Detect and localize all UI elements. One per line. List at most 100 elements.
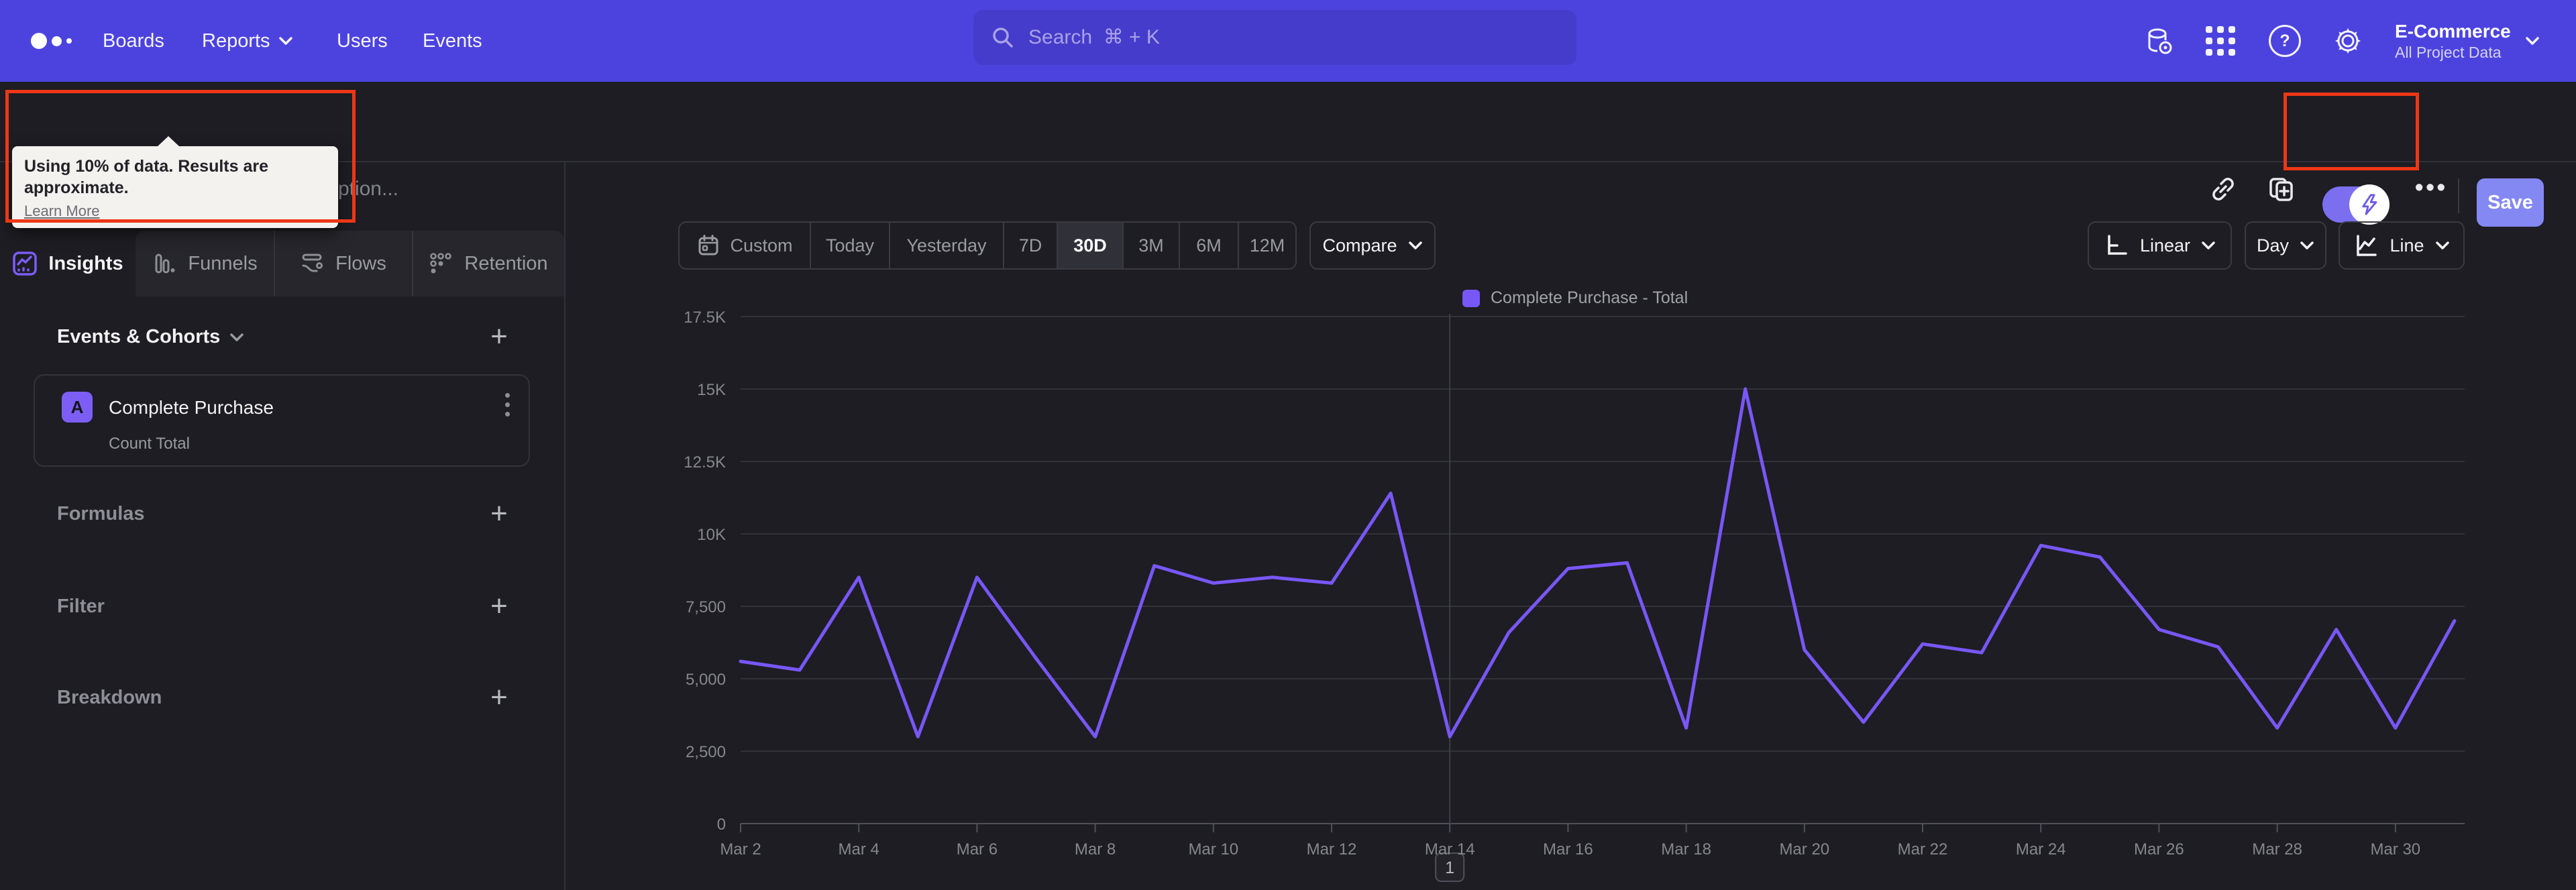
event-name: Complete Purchase: [109, 397, 274, 418]
range-yesterday[interactable]: Yesterday: [889, 223, 1003, 268]
nav-link-boards[interactable]: Boards: [103, 0, 164, 82]
range-today[interactable]: Today: [810, 223, 889, 268]
tab-label: Retention: [464, 252, 548, 274]
tooltip-text: Using 10% of data. Results are approxima…: [24, 157, 269, 197]
sampling-tooltip: Using 10% of data. Results are approxima…: [12, 136, 338, 228]
chart-type-selector[interactable]: Line: [2339, 221, 2465, 270]
range-label: 6M: [1196, 235, 1222, 256]
help-icon[interactable]: ?: [2266, 0, 2304, 82]
interval-selector[interactable]: Day: [2245, 221, 2326, 270]
compare-label: Compare: [1322, 235, 1397, 256]
range-label: Custom: [730, 235, 793, 256]
global-search[interactable]: [973, 10, 1576, 65]
tab-insights[interactable]: Insights: [0, 231, 136, 296]
date-range-control: Custom Today Yesterday 7D 30D 3M 6M 12M: [678, 221, 1297, 270]
section-label: Breakdown: [57, 687, 162, 708]
chevron-down-icon: [2202, 241, 2215, 249]
x-tick-label: Mar 8: [1075, 840, 1116, 858]
x-tick-label: Mar 16: [1543, 840, 1593, 858]
search-icon: [993, 27, 1013, 48]
tab-funnels[interactable]: Funnels: [136, 231, 274, 296]
scale-selector[interactable]: Linear: [2088, 221, 2232, 270]
chevron-down-icon: [2435, 241, 2449, 249]
more-options-button[interactable]: •••: [2411, 168, 2451, 208]
x-tick-label: Mar 12: [1307, 840, 1357, 858]
tab-label: Insights: [48, 252, 123, 274]
tab-label: Flows: [335, 252, 386, 274]
range-3m[interactable]: 3M: [1122, 223, 1179, 268]
copy-link-icon[interactable]: [2206, 172, 2241, 207]
y-tick-label: 15K: [697, 381, 726, 399]
report-type-tabs: Insights Funnels Flows Retention: [0, 231, 566, 296]
x-tick-label: Mar 20: [1779, 840, 1829, 858]
tab-label: Funnels: [188, 252, 258, 274]
range-label: 12M: [1249, 235, 1285, 256]
apps-grid-icon[interactable]: [2202, 0, 2239, 82]
search-input[interactable]: [1027, 25, 1499, 50]
chart-legend[interactable]: Complete Purchase - Total: [1462, 288, 1688, 308]
x-tick-label: Mar 26: [2134, 840, 2184, 858]
line-chart[interactable]: 0 2,500 5,000 7,500 10K 12.5K 15K 17.5K 1 Mar 2 Ma…: [644, 309, 2482, 885]
project-scope: All Project Data: [2395, 44, 2502, 61]
compare-button[interactable]: Compare: [1309, 221, 1436, 270]
event-card[interactable]: A Complete Purchase Count Total: [34, 374, 530, 467]
mixpanel-app: Boards Reports Users Events ? E-Commerce Al…: [0, 0, 2576, 890]
x-tick-label: Mar 22: [1898, 840, 1948, 858]
top-nav-bar: Boards Reports Users Events ? E-Commerce Al…: [0, 0, 2576, 82]
funnels-icon: [152, 251, 177, 276]
range-12m[interactable]: 12M: [1238, 223, 1295, 268]
flows-icon: [299, 251, 325, 276]
range-6m[interactable]: 6M: [1179, 223, 1238, 268]
scale-label: Linear: [2139, 235, 2191, 256]
x-tick-label: Mar 30: [2370, 840, 2420, 858]
lightning-icon: [2349, 184, 2390, 225]
event-kebab-menu[interactable]: [505, 393, 510, 416]
divider: [2458, 178, 2459, 213]
line-chart-icon: [2357, 235, 2377, 256]
add-filter-button[interactable]: +: [480, 588, 518, 625]
legend-label: Complete Purchase - Total: [1491, 288, 1688, 307]
x-tick-label: Mar 2: [720, 840, 761, 858]
event-aggregation[interactable]: Count Total: [109, 435, 190, 453]
report-title-bar: Untitled Sampled + Add description... ••…: [0, 82, 2576, 227]
chevron-down-icon: [230, 333, 244, 341]
legend-swatch: [1462, 289, 1480, 307]
retention-icon: [428, 251, 453, 276]
tab-flows[interactable]: Flows: [274, 231, 412, 296]
x-tick-label: Mar 24: [2016, 840, 2066, 858]
add-breakdown-button[interactable]: +: [480, 679, 518, 716]
events-cohorts-header[interactable]: Events & Cohorts: [57, 326, 244, 348]
save-button[interactable]: Save: [2477, 178, 2544, 227]
y-tick-label: 2,500: [686, 743, 726, 761]
sampling-toggle[interactable]: [2322, 184, 2390, 225]
nav-link-users[interactable]: Users: [337, 0, 388, 82]
tab-separator: [412, 231, 413, 296]
calendar-icon: [698, 235, 718, 256]
series-line[interactable]: [739, 387, 2457, 738]
data-management-icon[interactable]: [2140, 0, 2178, 82]
settings-gear-icon[interactable]: [2329, 0, 2367, 82]
section-label: Filter: [57, 596, 105, 617]
x-tick-label: Mar 4: [839, 840, 879, 858]
duplicate-icon[interactable]: [2263, 172, 2298, 207]
add-event-button[interactable]: +: [480, 318, 518, 355]
range-30d[interactable]: 30D: [1057, 223, 1122, 268]
y-tick-label: 5,000: [686, 671, 726, 689]
chevron-down-icon: [278, 37, 292, 45]
project-selector[interactable]: E-Commerce All Project Data: [2395, 0, 2511, 82]
range-custom[interactable]: Custom: [680, 223, 810, 268]
interval-label: Day: [2256, 235, 2289, 256]
nav-link-reports[interactable]: Reports: [202, 0, 293, 82]
add-formulas-button[interactable]: +: [480, 495, 518, 533]
axis-icon: [2108, 235, 2127, 255]
events-cohorts-label: Events & Cohorts: [57, 326, 221, 347]
nav-link-events[interactable]: Events: [423, 0, 482, 82]
learn-more-link[interactable]: Learn More: [24, 203, 100, 220]
y-tick-label: 7,500: [686, 598, 726, 616]
chevron-down-icon: [2526, 37, 2539, 45]
mixpanel-logo-icon[interactable]: [31, 0, 72, 82]
tab-retention[interactable]: Retention: [412, 231, 564, 296]
tab-separator: [274, 231, 275, 296]
range-7d[interactable]: 7D: [1003, 223, 1057, 268]
range-label: 7D: [1018, 235, 1042, 256]
